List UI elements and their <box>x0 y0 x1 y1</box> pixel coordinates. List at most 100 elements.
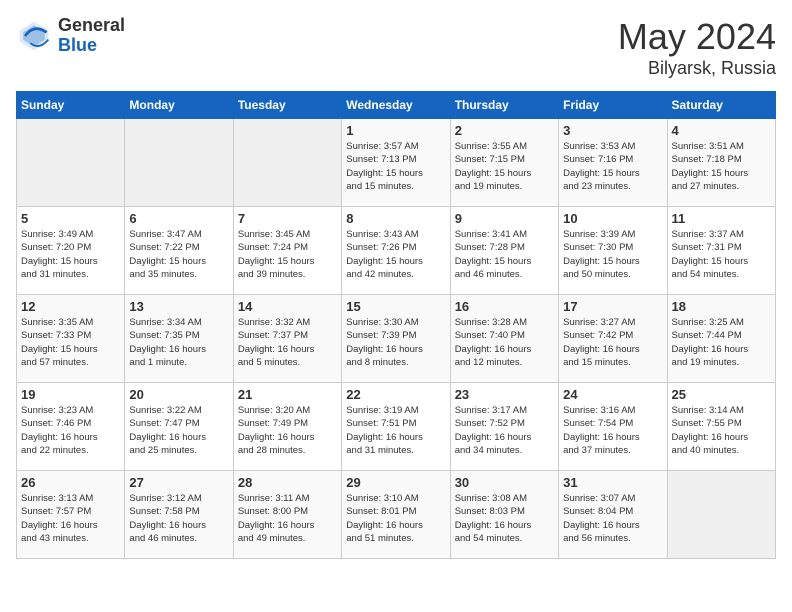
day-info: Sunrise: 3:20 AM Sunset: 7:49 PM Dayligh… <box>238 404 337 457</box>
day-number: 4 <box>672 123 771 138</box>
calendar-day-cell <box>667 471 775 559</box>
day-number: 21 <box>238 387 337 402</box>
calendar-day-cell: 25 Sunrise: 3:14 AM Sunset: 7:55 PM Dayli… <box>667 383 775 471</box>
calendar-day-cell: 14 Sunrise: 3:32 AM Sunset: 7:37 PM Dayli… <box>233 295 341 383</box>
day-info: Sunrise: 3:23 AM Sunset: 7:46 PM Dayligh… <box>21 404 120 457</box>
calendar-table: SundayMondayTuesdayWednesdayThursdayFrid… <box>16 91 776 559</box>
day-info: Sunrise: 3:57 AM Sunset: 7:13 PM Dayligh… <box>346 140 445 193</box>
calendar-day-cell: 2 Sunrise: 3:55 AM Sunset: 7:15 PM Daylig… <box>450 119 558 207</box>
day-of-week-header: Sunday <box>17 92 125 119</box>
day-info: Sunrise: 3:28 AM Sunset: 7:40 PM Dayligh… <box>455 316 554 369</box>
day-info: Sunrise: 3:35 AM Sunset: 7:33 PM Dayligh… <box>21 316 120 369</box>
day-info: Sunrise: 3:53 AM Sunset: 7:16 PM Dayligh… <box>563 140 662 193</box>
calendar-day-cell: 24Sunrise: 3:16 AM Sunset: 7:54 PM Dayli… <box>559 383 667 471</box>
day-number: 28 <box>238 475 337 490</box>
calendar-day-cell: 31 Sunrise: 3:07 AM Sunset: 8:04 PM Dayli… <box>559 471 667 559</box>
day-number: 7 <box>238 211 337 226</box>
calendar-day-cell: 19 Sunrise: 3:23 AM Sunset: 7:46 PM Dayli… <box>17 383 125 471</box>
logo-icon <box>16 18 52 54</box>
day-number: 19 <box>21 387 120 402</box>
calendar-day-cell: 5 Sunrise: 3:49 AM Sunset: 7:20 PM Daylig… <box>17 207 125 295</box>
calendar-day-cell: 18 Sunrise: 3:25 AM Sunset: 7:44 PM Dayli… <box>667 295 775 383</box>
day-number: 23 <box>455 387 554 402</box>
day-number: 6 <box>129 211 228 226</box>
calendar-day-cell: 29 Sunrise: 3:10 AM Sunset: 8:01 PM Dayli… <box>342 471 450 559</box>
day-info: Sunrise: 3:19 AM Sunset: 7:51 PM Dayligh… <box>346 404 445 457</box>
calendar-week-row: 19 Sunrise: 3:23 AM Sunset: 7:46 PM Dayli… <box>17 383 776 471</box>
day-number: 20 <box>129 387 228 402</box>
day-info: Sunrise: 3:10 AM Sunset: 8:01 PM Dayligh… <box>346 492 445 545</box>
day-number: 14 <box>238 299 337 314</box>
day-number: 22 <box>346 387 445 402</box>
day-number: 8 <box>346 211 445 226</box>
day-info: Sunrise: 3:43 AM Sunset: 7:26 PM Dayligh… <box>346 228 445 281</box>
calendar-header: SundayMondayTuesdayWednesdayThursdayFrid… <box>17 92 776 119</box>
calendar-day-cell: 12 Sunrise: 3:35 AM Sunset: 7:33 PM Dayli… <box>17 295 125 383</box>
day-info: Sunrise: 3:30 AM Sunset: 7:39 PM Dayligh… <box>346 316 445 369</box>
logo: General Blue <box>16 16 125 56</box>
calendar-week-row: 26Sunrise: 3:13 AM Sunset: 7:57 PM Dayli… <box>17 471 776 559</box>
calendar-day-cell: 1Sunrise: 3:57 AM Sunset: 7:13 PM Daylig… <box>342 119 450 207</box>
day-info: Sunrise: 3:45 AM Sunset: 7:24 PM Dayligh… <box>238 228 337 281</box>
calendar-day-cell: 23 Sunrise: 3:17 AM Sunset: 7:52 PM Dayli… <box>450 383 558 471</box>
day-number: 10 <box>563 211 662 226</box>
day-number: 2 <box>455 123 554 138</box>
day-number: 12 <box>21 299 120 314</box>
calendar-day-cell <box>17 119 125 207</box>
day-number: 3 <box>563 123 662 138</box>
day-info: Sunrise: 3:08 AM Sunset: 8:03 PM Dayligh… <box>455 492 554 545</box>
day-info: Sunrise: 3:12 AM Sunset: 7:58 PM Dayligh… <box>129 492 228 545</box>
calendar-month-year: May 2024 <box>618 16 776 58</box>
day-info: Sunrise: 3:07 AM Sunset: 8:04 PM Dayligh… <box>563 492 662 545</box>
day-of-week-header: Tuesday <box>233 92 341 119</box>
calendar-week-row: 5 Sunrise: 3:49 AM Sunset: 7:20 PM Daylig… <box>17 207 776 295</box>
day-info: Sunrise: 3:55 AM Sunset: 7:15 PM Dayligh… <box>455 140 554 193</box>
day-info: Sunrise: 3:32 AM Sunset: 7:37 PM Dayligh… <box>238 316 337 369</box>
calendar-day-cell: 20 Sunrise: 3:22 AM Sunset: 7:47 PM Dayli… <box>125 383 233 471</box>
calendar-day-cell: 4Sunrise: 3:51 AM Sunset: 7:18 PM Daylig… <box>667 119 775 207</box>
day-info: Sunrise: 3:13 AM Sunset: 7:57 PM Dayligh… <box>21 492 120 545</box>
day-info: Sunrise: 3:14 AM Sunset: 7:55 PM Dayligh… <box>672 404 771 457</box>
calendar-day-cell: 22 Sunrise: 3:19 AM Sunset: 7:51 PM Dayli… <box>342 383 450 471</box>
day-number: 17 <box>563 299 662 314</box>
day-number: 16 <box>455 299 554 314</box>
day-of-week-header: Saturday <box>667 92 775 119</box>
day-info: Sunrise: 3:47 AM Sunset: 7:22 PM Dayligh… <box>129 228 228 281</box>
day-number: 18 <box>672 299 771 314</box>
logo-general: General <box>58 16 125 36</box>
calendar-day-cell: 7 Sunrise: 3:45 AM Sunset: 7:24 PM Daylig… <box>233 207 341 295</box>
day-number: 13 <box>129 299 228 314</box>
day-of-week-header: Friday <box>559 92 667 119</box>
calendar-week-row: 12 Sunrise: 3:35 AM Sunset: 7:33 PM Dayli… <box>17 295 776 383</box>
day-info: Sunrise: 3:34 AM Sunset: 7:35 PM Dayligh… <box>129 316 228 369</box>
day-info: Sunrise: 3:22 AM Sunset: 7:47 PM Dayligh… <box>129 404 228 457</box>
day-info: Sunrise: 3:16 AM Sunset: 7:54 PM Dayligh… <box>563 404 662 457</box>
day-info: Sunrise: 3:17 AM Sunset: 7:52 PM Dayligh… <box>455 404 554 457</box>
day-info: Sunrise: 3:25 AM Sunset: 7:44 PM Dayligh… <box>672 316 771 369</box>
day-info: Sunrise: 3:39 AM Sunset: 7:30 PM Dayligh… <box>563 228 662 281</box>
day-number: 5 <box>21 211 120 226</box>
calendar-day-cell: 15 Sunrise: 3:30 AM Sunset: 7:39 PM Dayli… <box>342 295 450 383</box>
logo-blue: Blue <box>58 36 125 56</box>
day-number: 27 <box>129 475 228 490</box>
calendar-day-cell: 21 Sunrise: 3:20 AM Sunset: 7:49 PM Dayli… <box>233 383 341 471</box>
calendar-day-cell: 16 Sunrise: 3:28 AM Sunset: 7:40 PM Dayli… <box>450 295 558 383</box>
day-info: Sunrise: 3:41 AM Sunset: 7:28 PM Dayligh… <box>455 228 554 281</box>
calendar-day-cell: 8 Sunrise: 3:43 AM Sunset: 7:26 PM Daylig… <box>342 207 450 295</box>
calendar-day-cell: 26Sunrise: 3:13 AM Sunset: 7:57 PM Dayli… <box>17 471 125 559</box>
calendar-day-cell: 27 Sunrise: 3:12 AM Sunset: 7:58 PM Dayli… <box>125 471 233 559</box>
logo-text: General Blue <box>58 16 125 56</box>
calendar-location: Bilyarsk, Russia <box>618 58 776 79</box>
day-number: 25 <box>672 387 771 402</box>
day-info: Sunrise: 3:49 AM Sunset: 7:20 PM Dayligh… <box>21 228 120 281</box>
calendar-day-cell <box>125 119 233 207</box>
calendar-day-cell: 6 Sunrise: 3:47 AM Sunset: 7:22 PM Daylig… <box>125 207 233 295</box>
day-number: 31 <box>563 475 662 490</box>
calendar-day-cell: 28Sunrise: 3:11 AM Sunset: 8:00 PM Dayli… <box>233 471 341 559</box>
day-number: 15 <box>346 299 445 314</box>
day-of-week-header: Thursday <box>450 92 558 119</box>
day-number: 9 <box>455 211 554 226</box>
calendar-day-cell: 9 Sunrise: 3:41 AM Sunset: 7:28 PM Daylig… <box>450 207 558 295</box>
day-number: 29 <box>346 475 445 490</box>
day-info: Sunrise: 3:37 AM Sunset: 7:31 PM Dayligh… <box>672 228 771 281</box>
